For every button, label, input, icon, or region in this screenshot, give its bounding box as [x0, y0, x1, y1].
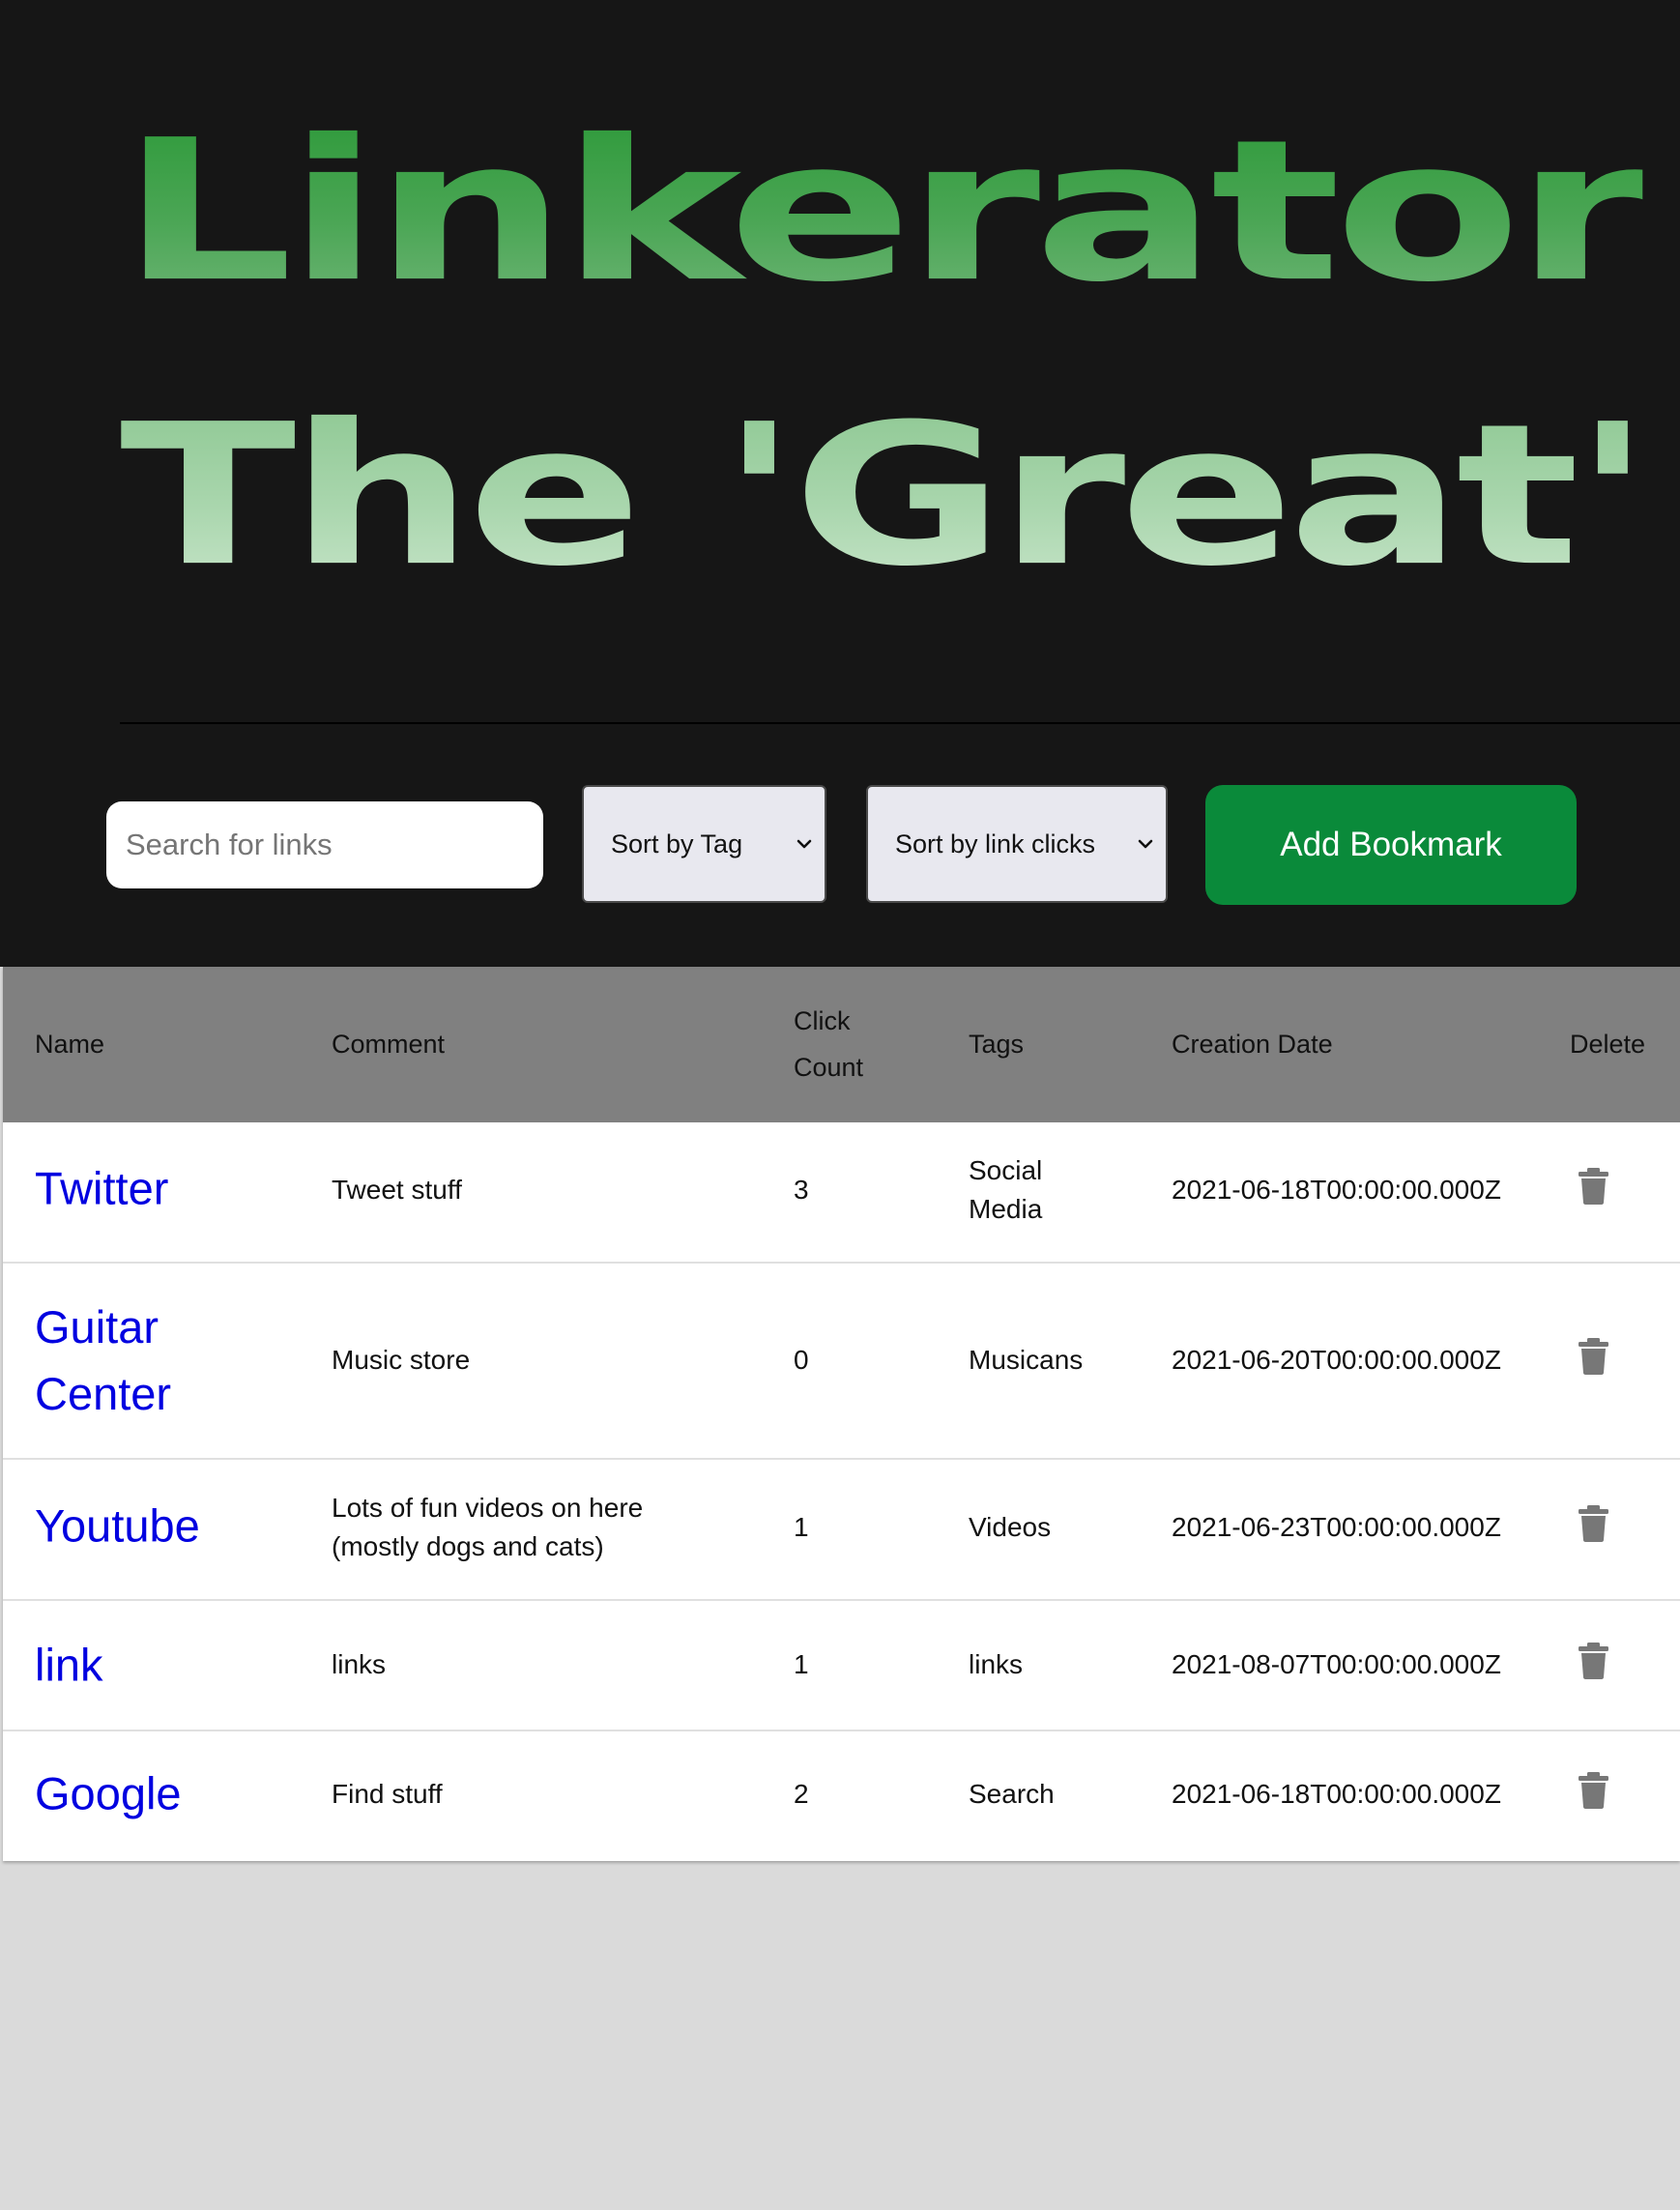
column-header-name: Name	[35, 1030, 105, 1059]
search-input[interactable]	[106, 801, 543, 888]
table-header: Name Comment Click Count Tags Creation D…	[3, 967, 1680, 1122]
trash-icon[interactable]	[1579, 1505, 1608, 1542]
creation-date-cell: 2021-06-23T00:00:00.000Z	[1172, 1512, 1501, 1542]
creation-date-cell: 2021-06-20T00:00:00.000Z	[1172, 1345, 1501, 1375]
header-divider	[120, 722, 1680, 724]
tags-cell: Musicans	[969, 1345, 1084, 1375]
comment-cell: Music store	[332, 1345, 471, 1375]
tags-cell: links	[969, 1649, 1024, 1679]
table-row: link links 1 links 2021-08-07T00:00:00.0…	[3, 1601, 1680, 1731]
trash-icon[interactable]	[1579, 1338, 1608, 1375]
column-header-click-count-line1: Click	[794, 1006, 851, 1035]
column-header-tags: Tags	[969, 1030, 1025, 1059]
bookmark-link[interactable]: Youtube	[35, 1493, 200, 1559]
comment-cell: links	[332, 1649, 387, 1679]
comment-cell: Find stuff	[332, 1779, 443, 1809]
table-row: Guitar Center Music store 0 Musicans 202…	[3, 1264, 1680, 1460]
column-header-click-count: Click Count	[794, 998, 863, 1090]
creation-date-cell: 2021-08-07T00:00:00.000Z	[1172, 1649, 1501, 1679]
column-header-click-count-line2: Count	[794, 1053, 864, 1082]
trash-icon[interactable]	[1579, 1643, 1608, 1679]
click-count-cell: 1	[794, 1649, 809, 1679]
click-count-cell: 1	[794, 1512, 809, 1542]
add-bookmark-button[interactable]: Add Bookmark	[1205, 785, 1577, 905]
sort-by-clicks-select[interactable]: Sort by link clicks	[866, 785, 1168, 903]
click-count-cell: 2	[794, 1779, 809, 1809]
sort-by-tag-select[interactable]: Sort by Tag	[582, 785, 826, 903]
bookmark-link[interactable]: link	[35, 1632, 103, 1699]
creation-date-cell: 2021-06-18T00:00:00.000Z	[1172, 1175, 1501, 1205]
app-title: Linkerator	[120, 98, 1649, 326]
click-count-cell: 3	[794, 1175, 809, 1205]
bookmark-link[interactable]: Twitter	[35, 1155, 168, 1222]
table-row: Twitter Tweet stuff 3 Social Media 2021-…	[3, 1122, 1680, 1264]
column-header-delete: Delete	[1570, 1030, 1646, 1059]
creation-date-cell: 2021-06-18T00:00:00.000Z	[1172, 1779, 1501, 1809]
tags-cell: Videos	[969, 1512, 1052, 1542]
bookmarks-table: Name Comment Click Count Tags Creation D…	[3, 967, 1680, 1861]
bookmark-link[interactable]: Guitar Center	[35, 1294, 228, 1427]
chevron-down-icon	[1138, 839, 1153, 849]
sort-by-tag-label: Sort by Tag	[611, 829, 743, 858]
tags-cell: Social Media	[969, 1155, 1043, 1224]
chevron-down-icon	[797, 839, 812, 849]
comment-cell: Lots of fun videos on here (mostly dogs …	[332, 1493, 644, 1561]
click-count-cell: 0	[794, 1345, 809, 1375]
header: Linkerator The 'Great' Sort by Tag Sort …	[0, 0, 1680, 967]
page: Linkerator The 'Great' Sort by Tag Sort …	[0, 0, 1680, 2210]
comment-cell: Tweet stuff	[332, 1175, 462, 1205]
table-row: Google Find stuff 2 Search 2021-06-18T00…	[3, 1731, 1680, 1861]
column-header-comment: Comment	[332, 1030, 446, 1059]
trash-icon[interactable]	[1579, 1772, 1608, 1809]
sort-by-clicks-label: Sort by link clicks	[895, 829, 1096, 858]
app-subtitle: The 'Great'	[120, 382, 1652, 610]
bookmark-link[interactable]: Google	[35, 1760, 182, 1827]
trash-icon[interactable]	[1579, 1168, 1608, 1205]
column-header-creation-date: Creation Date	[1172, 1030, 1333, 1059]
table-row: Youtube Lots of fun videos on here (most…	[3, 1460, 1680, 1601]
tags-cell: Search	[969, 1779, 1055, 1809]
